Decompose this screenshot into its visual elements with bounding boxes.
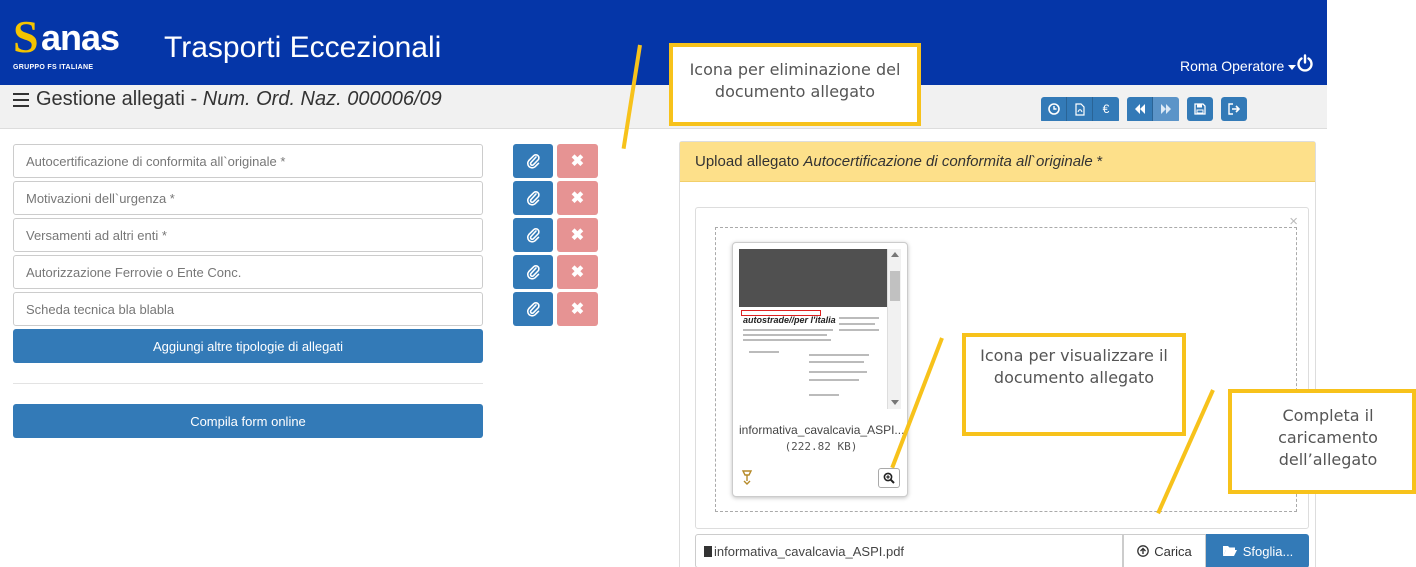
preview-text-line [743,329,833,331]
preview-text-line [839,323,875,325]
toolbar-group-nav [1127,97,1179,123]
preview-text-line [809,394,839,396]
list-icon [13,93,29,107]
callout-complete: Completa il caricamento dell’allegato [1228,389,1416,494]
attach-button[interactable] [513,144,553,178]
doc-type-field[interactable]: Motivazioni dell`urgenza * [13,181,483,215]
paperclip-icon [526,265,540,280]
euro-icon[interactable]: € [1093,97,1119,121]
attach-button[interactable] [513,255,553,289]
drag-handle-icon[interactable] [741,469,753,488]
logo-s-mark: S [13,11,39,62]
exit-icon[interactable] [1221,97,1247,121]
power-icon[interactable] [1296,54,1314,72]
paperclip-icon [526,302,540,317]
attach-button[interactable] [513,218,553,252]
page-title-prefix: Gestione allegati - [36,88,203,110]
doc-type-field[interactable]: Autorizzazione Ferrovie o Ente Conc. [13,255,483,289]
app-title: Trasporti Eccezionali [164,31,442,64]
pdf-preview: autostrade//per l'italia [739,249,901,409]
upload-title-suffix: * [1092,153,1103,170]
toolbar-group-save [1187,97,1213,123]
paperclip-icon [526,191,540,206]
preview-text-line [809,361,864,363]
toolbar: € [1041,97,1255,123]
preview-brand-text: autostrade//per l'italia [743,315,836,325]
fill-online-form-button[interactable]: Compila form online [13,404,483,438]
doc-type-field[interactable]: Autocertificazione di conformita all`ori… [13,144,483,178]
paperclip-icon [526,228,540,243]
zoom-in-icon [883,472,895,484]
file-thumbnail: autostrade//per l'italia informativa_cav… [732,242,908,497]
user-menu[interactable]: Roma Operatore [1180,58,1297,74]
page-title: Gestione allegati - Num. Ord. Naz. 00000… [36,88,442,111]
backward-icon[interactable] [1127,97,1153,121]
file-path-value: informativa_cavalcavia_ASPI.pdf [714,544,905,559]
attach-button[interactable] [513,181,553,215]
page-title-number: Num. Ord. Naz. 000006/09 [202,88,442,110]
paperclip-icon [526,154,540,169]
save-icon[interactable] [1187,97,1213,121]
browse-label: Sfoglia... [1242,543,1294,559]
delete-button[interactable]: ✖ [557,292,598,326]
preview-text-line [839,329,879,331]
remove-icon: ✖ [570,153,585,170]
pdf-icon[interactable] [1067,97,1093,121]
browse-button[interactable]: Sfoglia... [1206,534,1309,567]
toolbar-group-exit [1221,97,1247,123]
app-header: S anas GRUPPO FS ITALIANE Trasporti Ecce… [0,0,1327,85]
preview-text-line [743,339,831,341]
callout-delete: Icona per eliminazione del documento all… [669,43,921,126]
upload-title-doc: Autocertificazione di conformita all`ori… [803,153,1093,170]
preview-text-line [809,371,867,373]
preview-text-line [743,334,827,336]
upload-icon [1137,545,1150,557]
delete-button[interactable]: ✖ [557,255,598,289]
remove-icon: ✖ [570,227,585,244]
scroll-thumb[interactable] [890,271,900,301]
remove-icon: ✖ [570,190,585,207]
delete-button[interactable]: ✖ [557,144,598,178]
remove-icon: ✖ [570,301,585,318]
preview-text-line [749,351,779,353]
delete-button[interactable]: ✖ [557,218,598,252]
zoom-in-button[interactable] [878,468,900,488]
clock-icon[interactable] [1041,97,1067,121]
preview-text-line [809,379,859,381]
upload-title-prefix: Upload allegato [695,153,804,170]
preview-text-line [809,354,869,356]
scroll-up-icon[interactable] [891,252,899,257]
file-size: (222.82 KB) [784,440,858,453]
file-name: informativa_cavalcavia_ASPI.... [739,423,905,437]
folder-open-icon [1222,546,1237,556]
upload-button[interactable]: Carica [1123,534,1206,567]
logo-wordmark: anas [41,17,120,58]
anas-logo[interactable]: S anas GRUPPO FS ITALIANE [13,12,123,78]
preview-page-header [739,249,887,307]
remove-icon: ✖ [570,264,585,281]
divider [13,383,483,384]
doc-type-field[interactable]: Scheda tecnica bla blabla [13,292,483,326]
doc-type-field[interactable]: Versamenti ad altri enti * [13,218,483,252]
toolbar-group-info: € [1041,97,1119,123]
user-name: Roma Operatore [1180,58,1285,74]
file-icon [704,546,712,557]
delete-button[interactable]: ✖ [557,181,598,215]
callout-view: Icona per visualizzare il documento alle… [962,333,1186,436]
forward-icon[interactable] [1153,97,1179,121]
upload-panel-title: Upload allegato Autocertificazione di co… [680,142,1315,182]
scroll-down-icon[interactable] [891,400,899,405]
add-attachment-types-button[interactable]: Aggiungi altre tipologie di allegati [13,329,483,363]
file-path-input[interactable]: informativa_cavalcavia_ASPI.pdf [695,534,1123,567]
preview-scrollbar[interactable] [887,249,901,409]
preview-text-line [839,317,879,319]
logo-subtitle: GRUPPO FS ITALIANE [13,64,94,71]
attach-button[interactable] [513,292,553,326]
upload-label: Carica [1154,543,1192,559]
